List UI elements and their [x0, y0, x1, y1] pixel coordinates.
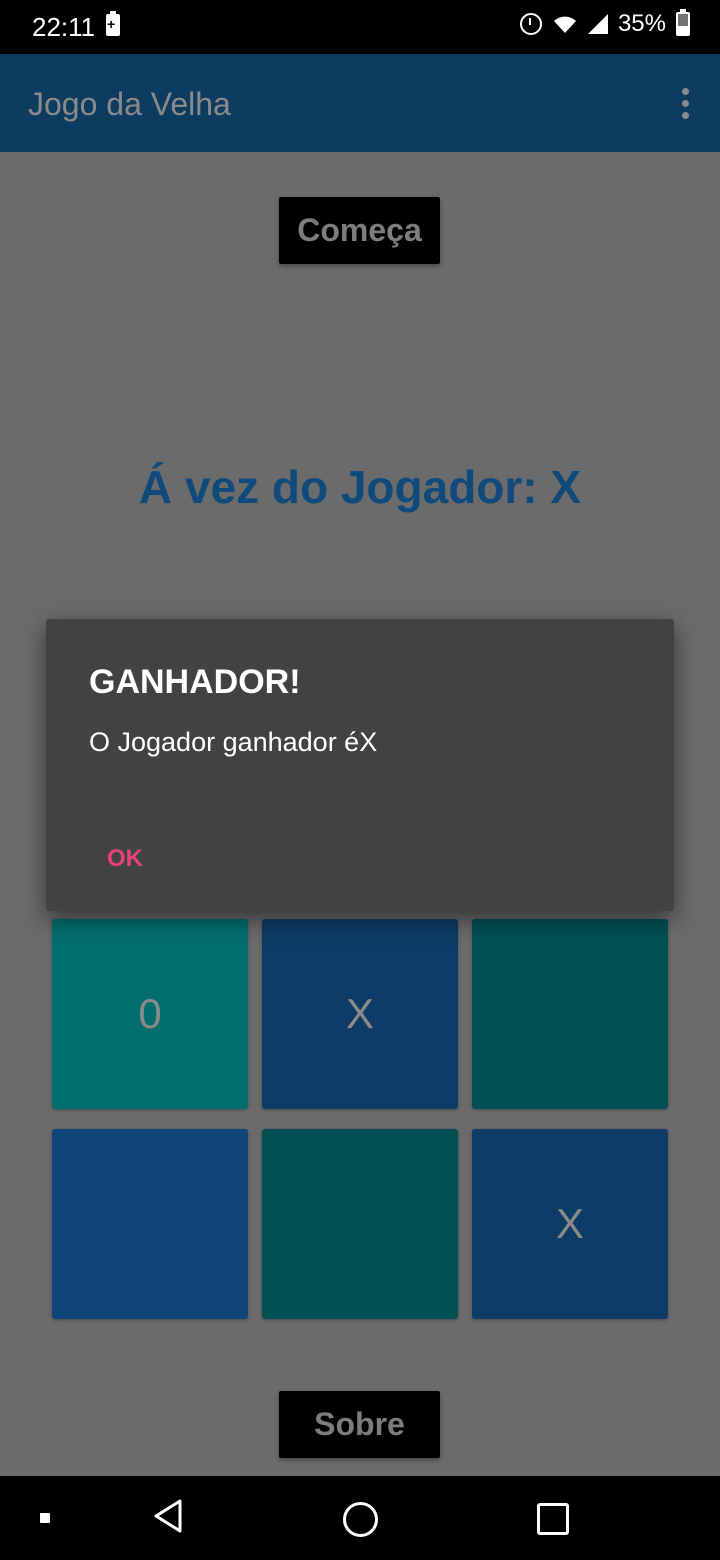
- board-cell-3-2[interactable]: [262, 1129, 458, 1319]
- about-button[interactable]: Sobre: [279, 1391, 440, 1458]
- recents-icon[interactable]: [537, 1503, 569, 1535]
- app-bar: Jogo da Velha: [0, 54, 720, 152]
- battery-percent: 35%: [617, 10, 666, 37]
- dialog-message: O Jogador ganhador éX: [89, 727, 378, 757]
- alarm-icon: [519, 13, 542, 35]
- board-cell-2-3[interactable]: [472, 919, 668, 1109]
- winner-dialog: GANHADOR! O Jogador ganhador éX OK: [46, 619, 674, 911]
- board-cell-3-3[interactable]: X: [472, 1129, 668, 1319]
- status-bar: 22:11 + 35%: [0, 0, 720, 54]
- dialog-title: GANHADOR!: [89, 663, 301, 701]
- home-icon[interactable]: [343, 1502, 378, 1537]
- battery-icon: [676, 9, 690, 36]
- board-cell-2-1[interactable]: 0: [52, 919, 248, 1109]
- signal-icon: [587, 14, 608, 34]
- board-cell-2-2[interactable]: X: [262, 919, 458, 1109]
- start-button[interactable]: Começa: [279, 197, 440, 264]
- ok-button[interactable]: OK: [88, 837, 162, 881]
- app-title: Jogo da Velha: [28, 86, 231, 122]
- battery-saver-icon: +: [106, 11, 120, 36]
- status-time: 22:11: [32, 12, 96, 42]
- nav-square-icon: [40, 1513, 50, 1523]
- board-cell-3-1[interactable]: [52, 1129, 248, 1319]
- overflow-menu-icon[interactable]: [680, 88, 690, 120]
- status-icons: 35%: [519, 9, 690, 38]
- back-icon[interactable]: [152, 1498, 184, 1539]
- wifi-icon: [552, 13, 578, 35]
- navigation-bar: [0, 1476, 720, 1560]
- turn-label: Á vez do Jogador: X: [138, 461, 582, 513]
